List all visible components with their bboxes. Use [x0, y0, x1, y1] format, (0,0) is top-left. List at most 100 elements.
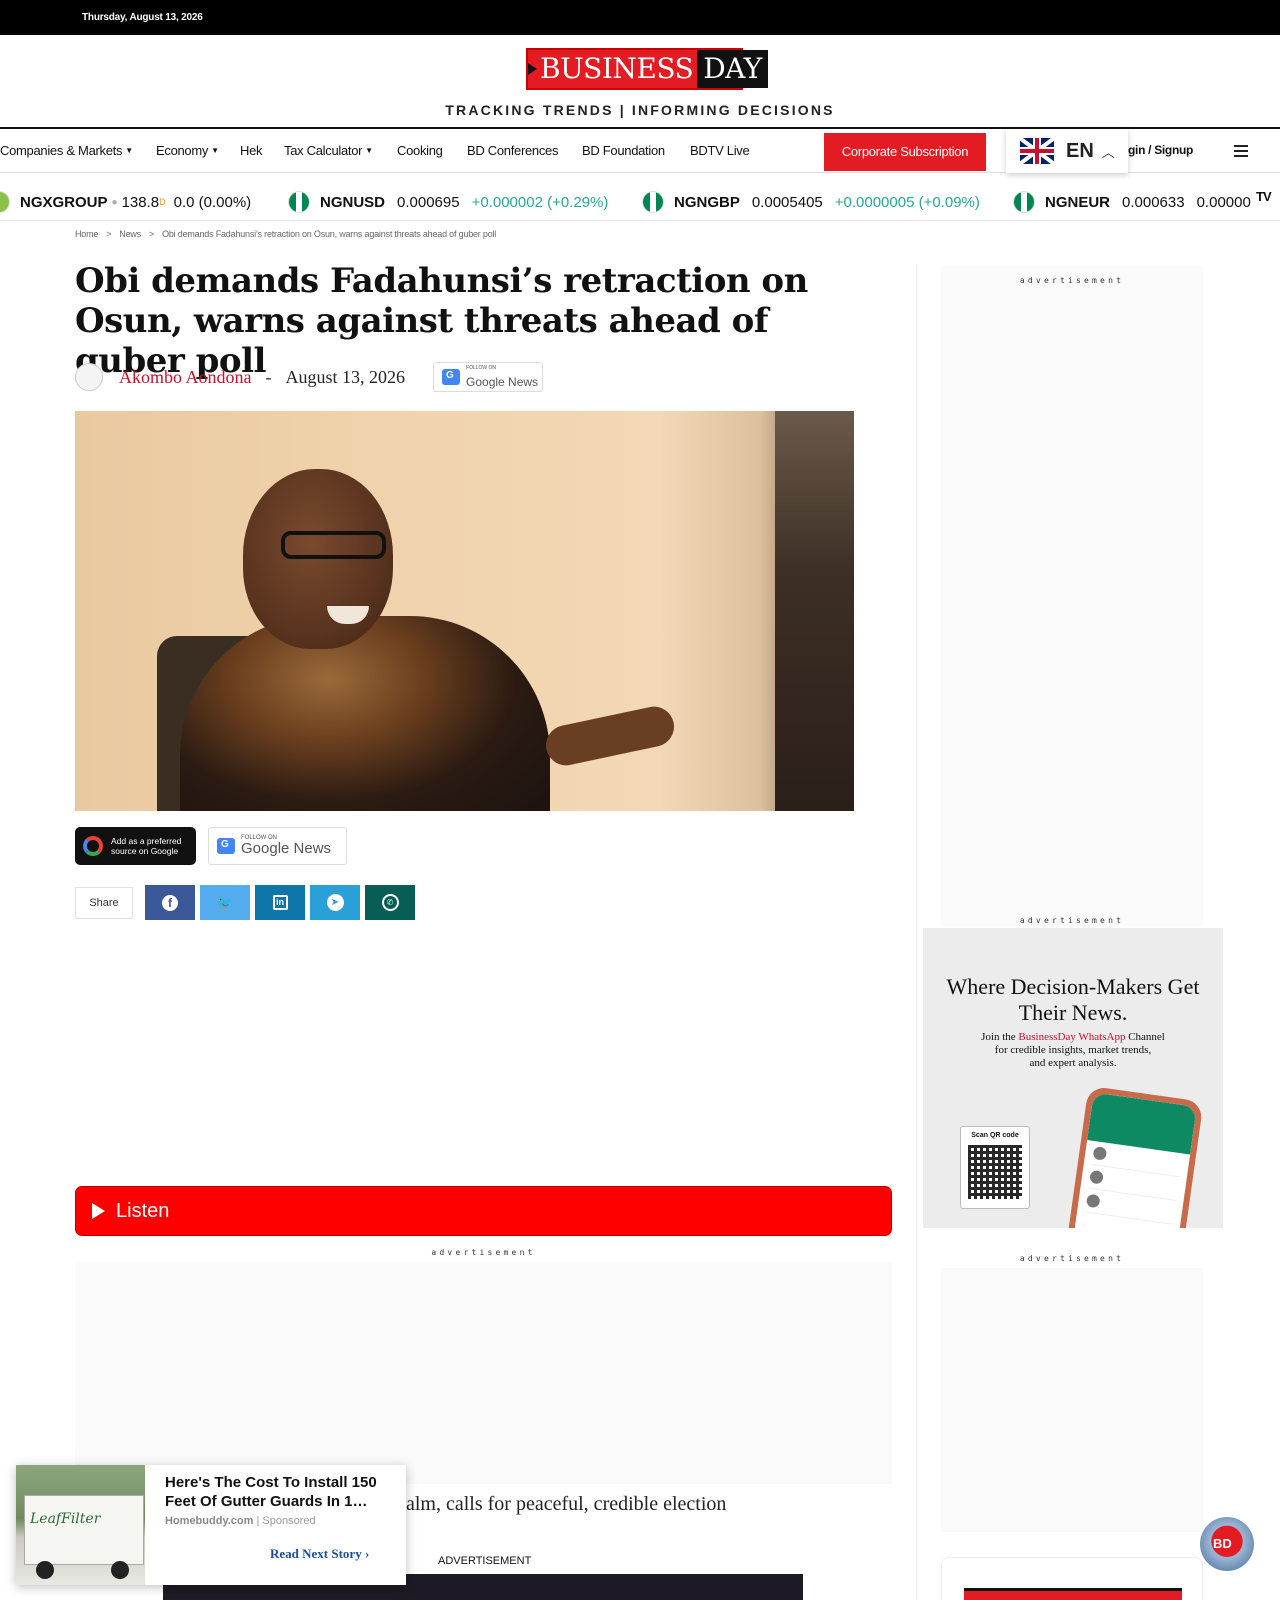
whatsapp-channel-ad[interactable]: Where Decision-Makers Get Their News. Jo…	[923, 928, 1223, 1228]
share-facebook-button[interactable]: f	[145, 885, 195, 920]
share-bar: Share f 🐦 in ➤ ✆	[75, 885, 420, 920]
sponsored-tag: Sponsored	[262, 1515, 316, 1527]
sponsored-story-card[interactable]: LeafFilter Here's The Cost To Install 15…	[16, 1465, 406, 1585]
logo-business: BUSINESS	[528, 50, 698, 88]
byline-separator: -	[265, 366, 272, 387]
breadcrumb: Home > News > Obi demands Fadahunsi’s retrac…	[75, 229, 496, 239]
corporate-subscription-button[interactable]: Corporate Subscription	[824, 133, 986, 171]
logo-day: DAY	[697, 50, 768, 88]
top-bar: Thursday, August 13, 2026	[0, 0, 1280, 35]
twitter-icon: 🐦	[216, 894, 234, 910]
share-telegram-button[interactable]: ➤	[310, 885, 360, 920]
advertisement-heading: ADVERTISEMENT	[438, 1555, 532, 1567]
phone-mockup	[1066, 1085, 1204, 1228]
nav-item-bdtv-live[interactable]: BDTV Live	[690, 143, 750, 158]
sidebar-divider	[916, 265, 917, 1600]
ngx-icon	[0, 191, 10, 213]
linkedin-icon: in	[272, 895, 288, 910]
publish-date: August 13, 2026	[285, 366, 406, 387]
nav-item-economy[interactable]: Economy ▼	[156, 143, 219, 158]
ad-label: advertisement	[1019, 1254, 1125, 1263]
login-signup-link[interactable]: gin / Signup	[1128, 143, 1193, 157]
nav-item-companies-markets[interactable]: Companies & Markets ▼	[0, 143, 133, 158]
ticker-item-ngnusd[interactable]: NGNUSD 0.000695 +0.000002 (+0.29%)	[288, 191, 608, 213]
ticker-symbol: NGXGROUP	[20, 193, 108, 211]
ticker-item-ngngbp[interactable]: NGNGBP 0.0005405 +0.0000005 (+0.09%)	[642, 191, 980, 213]
ticker-price: 0.0005405	[751, 193, 823, 211]
google-news-label: Google News	[241, 840, 332, 857]
ticker-change: +0.000002 (+0.29%)	[471, 193, 609, 211]
whatsapp-icon: ✆	[381, 894, 399, 911]
ad-body-text: Join the	[981, 1031, 1019, 1043]
sponsored-image-brand: LeafFilter	[30, 1511, 101, 1527]
ticker-change: 0.0 (0.00%)	[173, 193, 252, 211]
ad-label: advertisement	[431, 1248, 536, 1257]
article-hero-image	[75, 411, 854, 811]
ticker-item-ngneur[interactable]: NGNEUR 0.000633 0.00000	[1013, 191, 1251, 213]
ad-slot-sidebar-bottom	[941, 1268, 1203, 1532]
listen-label: Listen	[116, 1199, 170, 1222]
ticker-symbol: NGNUSD	[320, 193, 386, 211]
nigeria-flag-icon	[642, 191, 664, 213]
share-twitter-button[interactable]: 🐦	[200, 885, 250, 920]
nav-item-tax-calculator[interactable]: Tax Calculator ▼	[284, 143, 373, 158]
sponsored-domain: Homebuddy.com	[165, 1515, 254, 1527]
preferred-source-google-button[interactable]: Add as a preferred source on Google	[75, 827, 196, 865]
preferred-line-1: Add as a preferred	[111, 836, 182, 846]
nav-item-cooking[interactable]: Cooking	[397, 143, 443, 158]
google-news-icon	[217, 838, 235, 854]
google-news-icon	[442, 369, 461, 385]
nav-label: Tax Calculator	[284, 143, 363, 158]
breadcrumb-news[interactable]: News	[119, 229, 141, 239]
preferred-line-2: source on Google	[111, 846, 179, 856]
language-selector[interactable]: EN ︿	[1006, 129, 1128, 173]
share-whatsapp-button[interactable]: ✆	[365, 885, 415, 920]
delayed-marker: D	[159, 197, 166, 207]
nigeria-flag-icon	[1013, 191, 1035, 213]
uk-flag-icon	[1020, 138, 1054, 164]
article-byline: Akombo Aondona - August 13, 2026 FOLLOW …	[75, 362, 544, 392]
ticker-price: 0.000695	[397, 193, 460, 211]
google-news-follow-button[interactable]: FOLLOW ON Google News	[433, 362, 544, 392]
listen-audio-button[interactable]: Listen	[75, 1186, 892, 1236]
nav-item-bd-conferences[interactable]: BD Conferences	[467, 143, 558, 158]
breadcrumb-separator: >	[149, 229, 155, 239]
chevron-right-icon: ›	[364, 1546, 370, 1561]
ad-body-text: for credible insights, market trends,	[994, 1044, 1152, 1056]
nav-item-hek[interactable]: Hek	[240, 143, 263, 158]
market-ticker: NGXGROUP ● 138.8 D 0.0 (0.00%) NGNUSD 0.0…	[0, 179, 1280, 221]
share-label: Share	[75, 886, 133, 919]
ad-headline: Where Decision-Makers Get Their News.	[946, 974, 1200, 1025]
tradingview-logo-icon[interactable]: TV	[1256, 189, 1272, 204]
author-link[interactable]: Akombo Aondona	[119, 367, 252, 388]
main-nav: Companies & Markets ▼ Economy ▼ Hek Tax Ca…	[0, 129, 1280, 173]
sponsored-source: Homebuddy.com | Sponsored	[165, 1515, 316, 1527]
caret-down-icon: ▼	[211, 146, 219, 155]
ticker-item-ngxgroup[interactable]: NGXGROUP ● 138.8 D 0.0 (0.00%)	[0, 191, 251, 213]
chat-assistant-button[interactable]: BD	[1200, 1517, 1254, 1571]
read-next-label: Read Next Story	[270, 1546, 362, 1561]
play-icon	[92, 1203, 105, 1219]
nav-item-bd-foundation[interactable]: BD Foundation	[582, 143, 665, 158]
site-logo[interactable]: BUSINESS DAY	[526, 48, 768, 90]
sponsored-headline[interactable]: Here's The Cost To Install 150 Feet Of G…	[165, 1473, 390, 1511]
share-linkedin-button[interactable]: in	[255, 885, 305, 920]
qr-code-card: Scan QR code	[960, 1126, 1030, 1209]
google-news-follow-button-large[interactable]: FOLLOW ONGoogle News	[208, 827, 347, 865]
ad-label: advertisement	[1019, 276, 1125, 285]
ticker-symbol: NGNEUR	[1045, 193, 1111, 211]
ad-label: advertisement	[1019, 916, 1125, 925]
hamburger-menu-icon[interactable]	[1234, 145, 1248, 160]
sponsored-image: LeafFilter	[16, 1465, 145, 1585]
breadcrumb-home[interactable]: Home	[75, 229, 98, 239]
qr-label: Scan QR code	[971, 1132, 1019, 1139]
chevron-up-icon: ︿	[1101, 144, 1115, 160]
related-story-snippet[interactable]: alm, calls for peaceful, credible electi…	[406, 1493, 726, 1516]
ad-body-highlight: BusinessDay WhatsApp	[1018, 1031, 1126, 1043]
nav-label: Companies & Markets	[0, 143, 123, 158]
read-next-story-link[interactable]: Read Next Story ›	[270, 1546, 369, 1562]
businessday-promo-card[interactable]	[941, 1557, 1203, 1600]
ad-body-text: and expert analysis.	[1029, 1057, 1117, 1069]
breadcrumb-separator: >	[106, 229, 112, 239]
bd-badge-icon: BD	[1213, 1536, 1232, 1551]
